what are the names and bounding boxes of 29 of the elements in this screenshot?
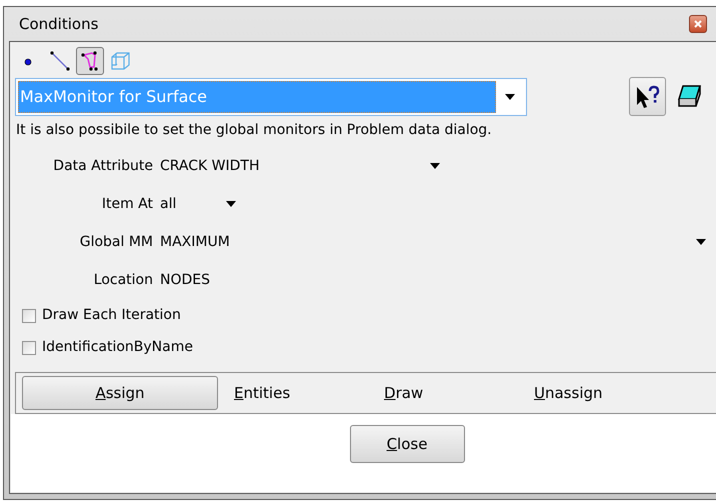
surface-icon[interactable] (76, 47, 104, 75)
checkbox[interactable] (22, 340, 36, 354)
condition-value: MaxMonitor for Surface (18, 80, 496, 112)
action-tab[interactable]: Assign (22, 376, 218, 410)
info-text: It is also possibile to set the global monitors in Problem data dialog. (15, 121, 493, 140)
field-label: Global MM (78, 232, 154, 252)
dropdown-arrow-icon (505, 94, 515, 100)
field-label: Location (92, 270, 154, 290)
field-label: Item At (100, 194, 154, 214)
checkbox[interactable] (22, 308, 36, 322)
close-button[interactable]: Close (350, 425, 464, 463)
checkbox-label[interactable]: Draw Each Iteration (42, 305, 181, 326)
window-title: Conditions (19, 14, 98, 35)
eraser-icon[interactable] (676, 84, 702, 110)
field-value: NODES (160, 270, 210, 290)
dropdown[interactable]: CRACK WIDTH (160, 153, 442, 179)
dropdown[interactable]: MAXIMUM (160, 229, 708, 255)
action-tab[interactable]: Unassign (534, 376, 684, 410)
close-icon[interactable] (689, 15, 707, 33)
action-tab[interactable]: Draw (384, 376, 534, 410)
dropdown-arrow-icon (226, 201, 236, 207)
help-button[interactable] (629, 77, 666, 116)
field-label: Data Attribute (52, 156, 154, 176)
dropdown-arrow-icon (696, 239, 706, 245)
dropdown[interactable]: all (160, 191, 238, 217)
action-tab[interactable]: Entities (234, 376, 384, 410)
dropdown-arrow-icon (430, 163, 440, 169)
help-cursor-icon (634, 84, 660, 108)
checkbox-label[interactable]: IdentificationByName (42, 337, 193, 358)
